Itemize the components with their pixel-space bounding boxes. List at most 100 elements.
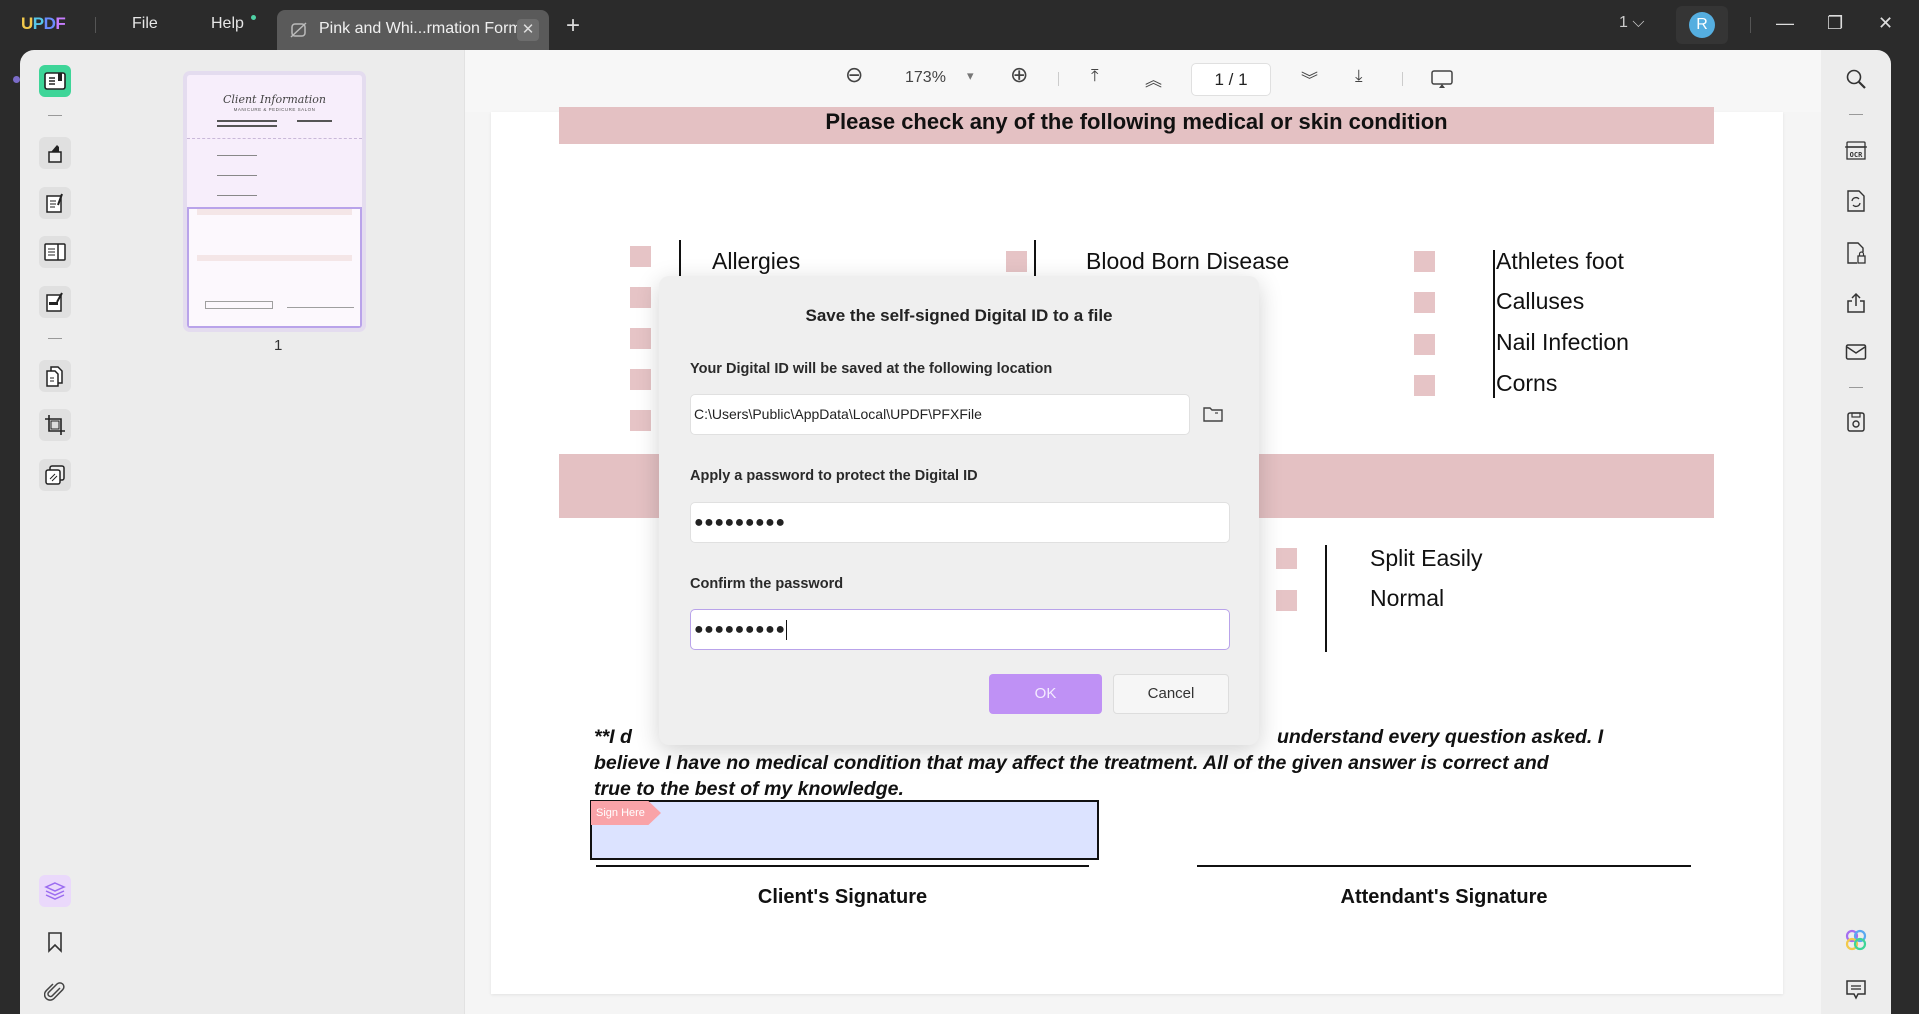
menu-help[interactable]: Help	[211, 15, 244, 33]
close-tab-button[interactable]: ✕	[517, 19, 539, 41]
first-page-button[interactable]: ⤒	[1091, 66, 1099, 86]
checkbox[interactable]	[630, 369, 651, 390]
confirm-password-field[interactable]: ●●●●●●●●●	[690, 609, 1230, 650]
title-bar: UPDF File Help Pink and Whi...rmation Fo…	[0, 0, 1919, 50]
previous-page-button[interactable]: ︽	[1145, 66, 1162, 91]
last-page-button[interactable]: ⤓	[1355, 66, 1363, 86]
reader-mode-button[interactable]	[39, 65, 71, 97]
dialog-title: Save the self-signed Digital ID to a fil…	[805, 306, 1113, 325]
client-signature-label: Client's Signature	[757, 886, 928, 908]
confirm-password-label: Confirm the password	[690, 576, 844, 592]
convert-file-icon	[1846, 189, 1866, 213]
password-mask: ●●●●●●●●●	[694, 514, 786, 531]
checkbox[interactable]	[630, 410, 651, 431]
declaration-start: **I d	[594, 726, 632, 748]
ai-assistant-button[interactable]	[1843, 927, 1869, 953]
search-button[interactable]	[1843, 66, 1869, 92]
checkbox[interactable]	[630, 328, 651, 349]
checkbox-allergies[interactable]	[630, 246, 651, 267]
fill-sign-button[interactable]	[39, 286, 71, 318]
checkbox-athletes-foot[interactable]	[1414, 251, 1435, 272]
view-toolbar: ⊖ 173% ▾ ⊕ ⤒ ︽ 1 / 1 ︾ ⤓	[465, 50, 1821, 112]
checkbox-split-easily[interactable]	[1276, 548, 1297, 569]
save-digital-id-dialog: Save the self-signed Digital ID to a fil…	[659, 276, 1259, 745]
ok-button[interactable]: OK	[989, 674, 1102, 714]
new-tab-button[interactable]: +	[566, 12, 580, 40]
attendant-signature-label: Attendant's Signature	[1340, 886, 1548, 908]
convert-button[interactable]	[1843, 188, 1869, 214]
pages-icon	[45, 365, 65, 387]
zoom-in-button[interactable]: ⊕	[1010, 62, 1028, 88]
comment-tool-button[interactable]	[39, 137, 71, 169]
attachments-button[interactable]	[39, 976, 71, 1008]
client-signature-field[interactable]	[590, 800, 1099, 860]
divider	[1402, 72, 1403, 86]
paperclip-icon	[44, 981, 66, 1003]
sign-here-tag[interactable]: Sign Here	[591, 801, 661, 825]
tab-title: Pink and Whi...rmation Form	[319, 20, 522, 37]
watermark-button[interactable]	[39, 459, 71, 491]
close-window-button[interactable]: ✕	[1878, 13, 1893, 34]
checkbox-corns[interactable]	[1414, 375, 1435, 396]
zoom-level[interactable]: 173%	[905, 69, 946, 87]
left-toolbar	[20, 50, 90, 1014]
organize-pages-button[interactable]	[39, 236, 71, 268]
checkbox-calluses[interactable]	[1414, 292, 1435, 313]
next-page-button[interactable]: ︾	[1301, 66, 1318, 91]
zoom-dropdown-icon[interactable]: ▾	[967, 68, 974, 84]
password-field[interactable]: ●●●●●●●●●	[690, 502, 1230, 543]
ocr-button[interactable]: OCR	[1843, 137, 1869, 163]
thumb-divider	[187, 138, 362, 139]
layers-button[interactable]	[39, 875, 71, 907]
condition-label: Calluses	[1496, 288, 1585, 314]
edit-pdf-button[interactable]	[39, 187, 71, 219]
logo-letter: F	[55, 14, 66, 33]
text-caret	[786, 619, 788, 640]
comments-panel-button[interactable]	[1843, 977, 1869, 1003]
browse-folder-button[interactable]	[1202, 404, 1224, 424]
page-selector-dropdown[interactable]: 1 ⌵	[1619, 14, 1644, 32]
checkbox-normal[interactable]	[1276, 590, 1297, 611]
form-sign-icon	[45, 291, 65, 313]
page-thumbnail[interactable]: Client Information MANICURE & PEDICURE S…	[187, 75, 362, 328]
account-button[interactable]: R	[1676, 6, 1728, 44]
password-label: Apply a password to protect the Digital …	[690, 468, 978, 484]
crop-button[interactable]	[39, 409, 71, 441]
minimize-button[interactable]: —	[1776, 13, 1794, 34]
divider	[1849, 114, 1863, 115]
maximize-button[interactable]: ❐	[1827, 13, 1843, 34]
email-button[interactable]	[1843, 339, 1869, 365]
document-tab[interactable]: Pink and Whi...rmation Form ✕	[277, 10, 549, 50]
presentation-button[interactable]	[1431, 69, 1453, 89]
nail-condition-label: Split Easily	[1370, 545, 1483, 571]
edit-document-icon	[45, 192, 65, 214]
bookmarks-button[interactable]	[39, 926, 71, 958]
protect-button[interactable]	[1843, 240, 1869, 266]
section-header-conditions: Please check any of the following medica…	[559, 107, 1714, 144]
thumbnail-viewport-indicator	[187, 207, 362, 328]
file-lock-icon	[1846, 241, 1866, 265]
thumb-line	[297, 120, 332, 122]
condition-label: Allergies	[712, 248, 801, 274]
cancel-button[interactable]: Cancel	[1113, 674, 1229, 714]
sidebar-collapse-handle[interactable]	[13, 76, 20, 83]
condition-label: Nail Infection	[1496, 329, 1629, 355]
page-tools-button[interactable]	[39, 360, 71, 392]
checkbox-blood-born-disease[interactable]	[1006, 251, 1027, 272]
divider	[1058, 72, 1059, 86]
envelope-icon	[1845, 343, 1867, 361]
folder-icon	[1202, 404, 1224, 424]
save-location-field[interactable]: C:\Users\Public\AppData\Local\UPDF\PFXFi…	[690, 394, 1190, 435]
save-button[interactable]	[1843, 409, 1869, 435]
zoom-out-button[interactable]: ⊖	[845, 62, 863, 88]
checkbox-nail-infection[interactable]	[1414, 334, 1435, 355]
save-disk-icon	[1846, 411, 1866, 433]
thumbnail-subtitle: MANICURE & PEDICURE SALON	[233, 107, 316, 112]
thumbnail-panel: Client Information MANICURE & PEDICURE S…	[90, 50, 465, 1014]
menu-file[interactable]: File	[132, 15, 158, 33]
page-number-input[interactable]: 1 / 1	[1191, 63, 1271, 96]
checkbox-diabetes[interactable]	[630, 287, 651, 308]
share-button[interactable]	[1843, 290, 1869, 316]
thumbnail-title: Client Information	[223, 93, 326, 106]
layers-stamp-icon	[44, 464, 66, 486]
